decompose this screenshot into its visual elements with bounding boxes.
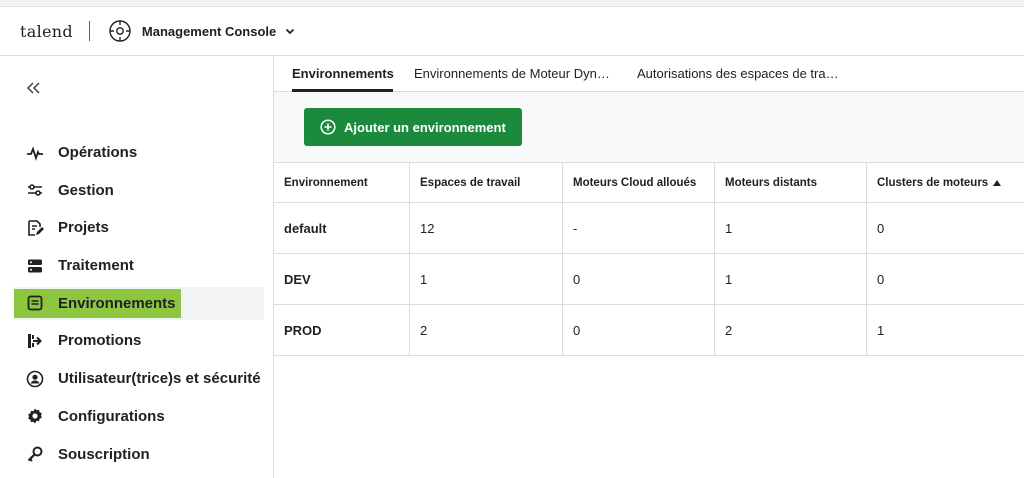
- key-icon: [26, 445, 44, 463]
- sidebar-item-label: Environnements: [58, 294, 176, 312]
- user-circle-icon: [26, 370, 44, 388]
- table-cell: 1: [715, 203, 867, 253]
- activity-icon: [26, 144, 44, 162]
- tab-environnements[interactable]: Environnements: [292, 66, 394, 81]
- chevron-down-icon[interactable]: [284, 25, 296, 37]
- environment-name[interactable]: default: [274, 203, 410, 253]
- sidebar-item-label: Utilisateur(trice)s et sécurité: [58, 370, 261, 388]
- table-cell: 2: [410, 305, 563, 355]
- sidebar-item-label: Configurations: [58, 407, 165, 425]
- table-cell: 1: [410, 254, 563, 304]
- table-cell: 1: [877, 322, 885, 338]
- promotion-icon: [26, 332, 44, 350]
- column-header[interactable]: Moteurs Cloud alloués: [563, 163, 715, 202]
- table-row[interactable]: DEV 1 0 1 0: [274, 254, 1024, 305]
- table-cell: 0: [563, 254, 715, 304]
- column-header[interactable]: Moteurs distants: [715, 163, 867, 202]
- sidebar-item-label: Projets: [58, 219, 109, 237]
- column-header[interactable]: Environnement: [274, 163, 410, 202]
- sidebar-item-users-security[interactable]: Utilisateur(trice)s et sécurité: [14, 362, 264, 395]
- table-cell: 12: [410, 203, 563, 253]
- app-header: talend Management Console: [0, 7, 1024, 56]
- tab-bar: Environnements Environnements de Moteur …: [274, 56, 1024, 92]
- sidebar-item-projets[interactable]: Projets: [14, 211, 264, 244]
- sidebar: Opérations Gestion Projets Traitement En…: [0, 56, 274, 478]
- sidebar-item-label: Souscription: [58, 445, 150, 463]
- environment-icon: [26, 294, 44, 312]
- table-cell: 2: [715, 305, 867, 355]
- sidebar-item-souscription[interactable]: Souscription: [14, 438, 264, 471]
- add-environment-button[interactable]: Ajouter un environnement: [304, 108, 522, 146]
- sidebar-item-label: Traitement: [58, 257, 134, 275]
- active-highlight: Environnements: [14, 288, 181, 318]
- sidebar-item-label: Promotions: [58, 332, 142, 350]
- sidebar-item-environnements[interactable]: Environnements: [14, 286, 264, 320]
- sidebar-item-gestion[interactable]: Gestion: [14, 174, 264, 207]
- gear-icon: [26, 407, 44, 425]
- sidebar-item-configurations[interactable]: Configurations: [14, 400, 264, 433]
- sidebar-item-label: Opérations: [58, 144, 138, 161]
- plus-circle-icon: [320, 119, 336, 135]
- sort-ascending-icon: [993, 179, 1002, 186]
- sidebar-item-label: Gestion: [58, 181, 114, 199]
- top-strip: [0, 0, 1024, 7]
- table-cell: 1: [715, 254, 867, 304]
- sidebar-item-traitement[interactable]: Traitement: [14, 249, 264, 282]
- table-header-row: Environnement Espaces de travail Moteurs…: [274, 163, 1024, 203]
- talend-logo[interactable]: talend: [20, 22, 73, 41]
- column-header[interactable]: Espaces de travail: [410, 163, 563, 202]
- environment-name[interactable]: DEV: [274, 254, 410, 304]
- column-header-label: Clusters de moteurs: [877, 176, 989, 189]
- sidebar-item-operations[interactable]: Opérations: [14, 136, 264, 169]
- sidebar-nav: Opérations Gestion Projets Traitement En…: [14, 136, 264, 475]
- compass-icon: [108, 19, 132, 43]
- table-cell: 0: [877, 220, 885, 236]
- tab-dynamic-engine-environments[interactable]: Environnements de Moteur Dyn…: [414, 66, 610, 81]
- table-cell: 0: [563, 305, 715, 355]
- column-header-sorted[interactable]: Clusters de moteurs: [867, 163, 1024, 202]
- table-row[interactable]: default 12 - 1 0: [274, 203, 1024, 254]
- server-icon: [26, 257, 44, 275]
- table-cell: 0: [877, 271, 885, 287]
- toolbar: Ajouter un environnement: [274, 92, 1024, 162]
- table-cell: -: [563, 203, 715, 253]
- table-row[interactable]: PROD 2 0 2 1: [274, 305, 1024, 356]
- header-divider: [88, 21, 90, 41]
- tab-workspace-permissions[interactable]: Autorisations des espaces de tra…: [637, 66, 839, 81]
- environment-name[interactable]: PROD: [274, 305, 410, 355]
- sliders-icon: [26, 181, 44, 199]
- edit-document-icon: [26, 219, 44, 237]
- double-chevron-left-icon[interactable]: [24, 78, 44, 98]
- sidebar-item-promotions[interactable]: Promotions: [14, 324, 264, 357]
- add-environment-label: Ajouter un environnement: [344, 119, 506, 135]
- environments-table: Environnement Espaces de travail Moteurs…: [274, 162, 1024, 356]
- app-switcher-title[interactable]: Management Console: [142, 24, 276, 39]
